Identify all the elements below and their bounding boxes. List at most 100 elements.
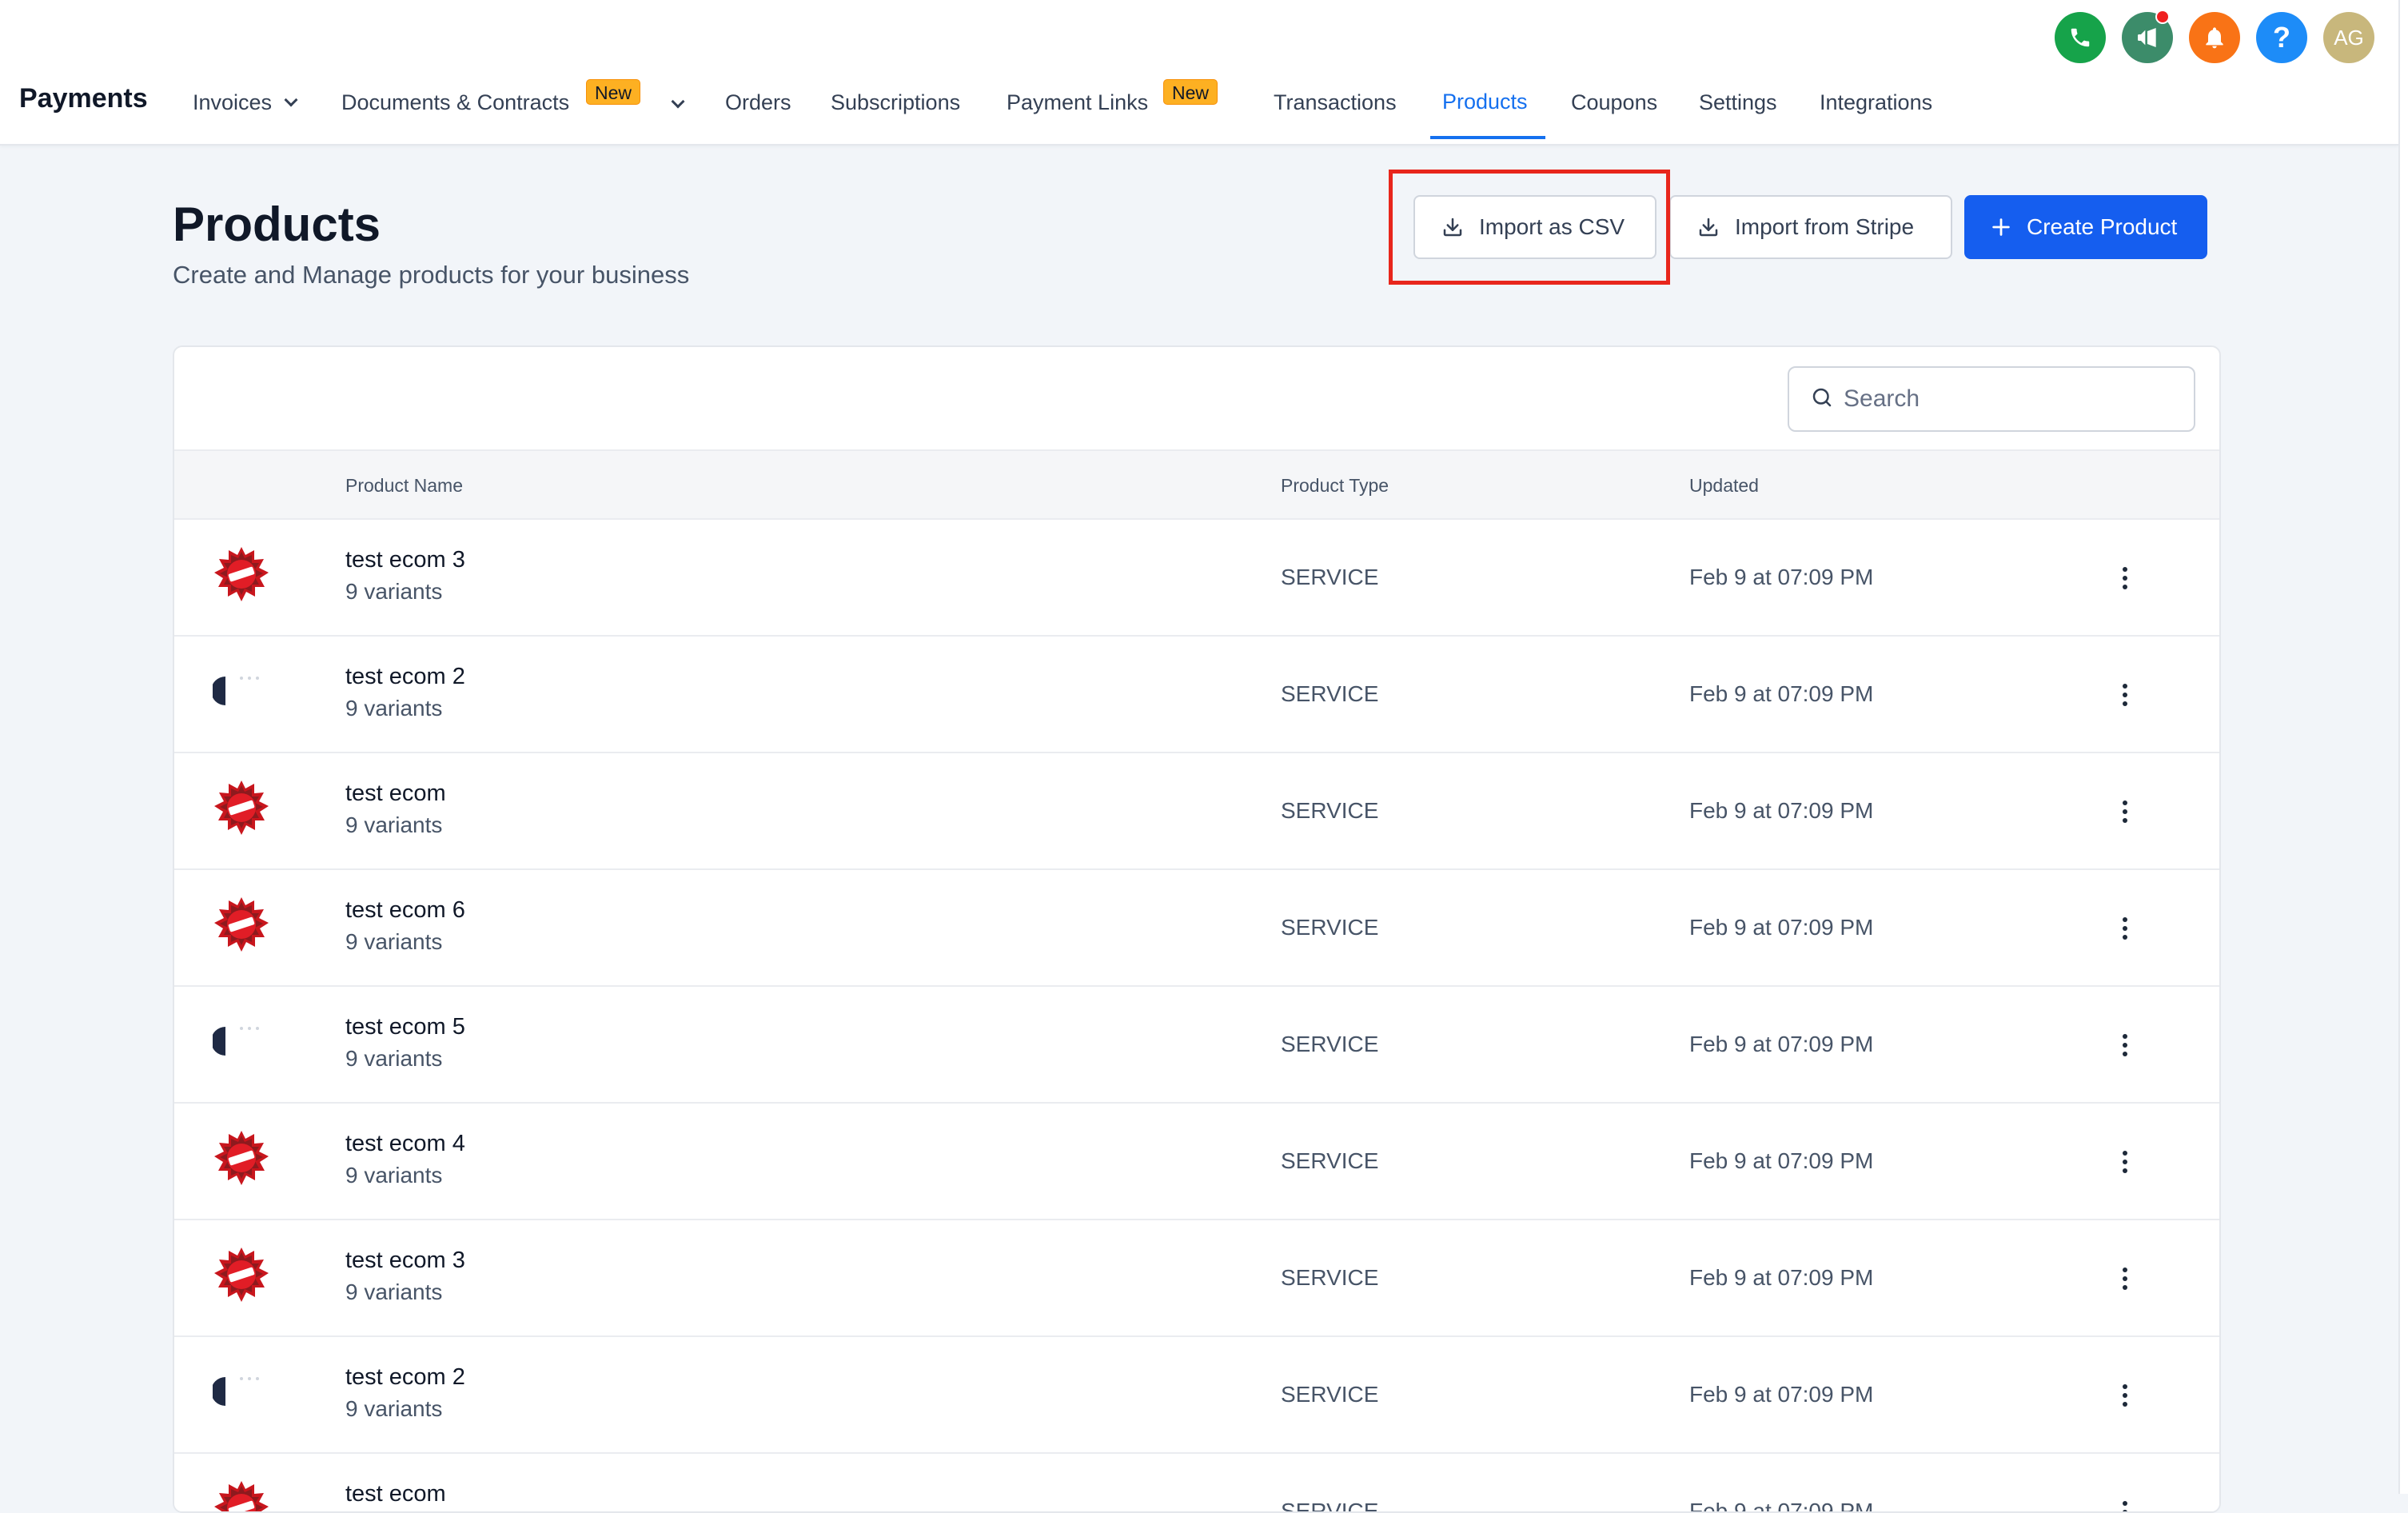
nav-integrations[interactable]: Integrations	[1820, 90, 1932, 115]
table-header: Product Name Product Type Updated	[174, 449, 2219, 520]
product-name[interactable]: test ecom 2	[345, 664, 465, 690]
row-actions-menu-icon[interactable]	[2109, 675, 2141, 715]
table-row[interactable]: test ecom 3 9 variants SERVICE Feb 9 at 07:…	[174, 1220, 2219, 1337]
table-row[interactable]: test ecom 6 9 variants SERVICE Feb 9 at 07:…	[174, 870, 2219, 987]
row-actions-menu-icon[interactable]	[2109, 792, 2141, 832]
product-variants-count: 9 variants	[345, 1046, 443, 1071]
product-variants-count: 9 variants	[345, 1163, 443, 1188]
row-actions-menu-icon[interactable]	[2109, 558, 2141, 598]
new-badge: New	[586, 79, 641, 105]
column-header-product-name[interactable]: Product Name	[345, 475, 463, 497]
product-updated-date: Feb 9 at 07:09 PM	[1689, 915, 1874, 940]
product-type: SERVICE	[1281, 915, 1379, 940]
nav-products-label: Products	[1442, 90, 1528, 114]
product-updated-date: Feb 9 at 07:09 PM	[1689, 1265, 1874, 1290]
nav-settings-label: Settings	[1699, 90, 1777, 114]
product-variants-count: 9 variants	[345, 1279, 443, 1304]
product-variants-count: 9 variants	[345, 579, 443, 604]
avatar[interactable]: AG	[2323, 12, 2374, 63]
megaphone-icon	[2138, 28, 2156, 47]
product-type: SERVICE	[1281, 1382, 1379, 1407]
product-type: SERVICE	[1281, 1265, 1379, 1290]
product-name[interactable]: test ecom	[345, 780, 446, 807]
nav-transactions-label: Transactions	[1274, 90, 1397, 114]
nav-documents-contracts[interactable]: Documents & Contracts	[341, 90, 569, 115]
product-updated-date: Feb 9 at 07:09 PM	[1689, 798, 1874, 823]
nav-invoices[interactable]: Invoices	[193, 90, 298, 115]
table-row[interactable]: test ecom9 variantsSERVICEFeb 9 at 07:09…	[174, 753, 2219, 870]
download-icon	[1441, 215, 1465, 239]
import-csv-button[interactable]: Import as CSV	[1413, 195, 1656, 259]
nav-invoices-label: Invoices	[193, 90, 273, 114]
phone-icon	[2071, 28, 2090, 47]
table-row[interactable]: test ecom 5 9 variants SERVICE Feb 9 at 07:…	[174, 987, 2219, 1104]
row-actions-menu-icon[interactable]	[2109, 1025, 2141, 1065]
row-actions-menu-icon[interactable]	[2109, 1142, 2141, 1182]
product-thumbnail-image	[213, 779, 270, 836]
import-csv-label: Import as CSV	[1479, 214, 1625, 239]
nav-products[interactable]: Products	[1442, 90, 1528, 114]
product-variants-count: 9 variants	[345, 1396, 443, 1421]
top-navigation-bar: Payments Invoices Documents & Contracts …	[0, 0, 2398, 146]
row-actions-menu-icon[interactable]	[2109, 1259, 2141, 1299]
table-row[interactable]: test ecom 4 9 variants SERVICE Feb 9 at 07:…	[174, 1104, 2219, 1220]
search-input[interactable]	[1844, 385, 2179, 413]
download-icon	[1696, 215, 1720, 239]
product-updated-date: Feb 9 at 07:09 PM	[1689, 1148, 1874, 1173]
table-row[interactable]: test ecom 2 9 variants SERVICE Feb 9 at 07:…	[174, 1337, 2219, 1454]
product-name[interactable]: test ecom 5	[345, 1014, 465, 1040]
app-title: Payments	[19, 83, 148, 114]
product-variants-count: 9 variants	[345, 929, 443, 954]
table-row[interactable]: test ecom 2 9 variants SERVICE Feb 9 at 07:…	[174, 637, 2219, 753]
active-tab-indicator	[1430, 136, 1545, 139]
nav-documents-label: Documents & Contracts	[341, 90, 570, 114]
product-updated-date: Feb 9 at 07:09 PM	[1689, 565, 1874, 589]
product-type: SERVICE	[1281, 1499, 1379, 1513]
page-subtitle: Create and Manage products for your busi…	[173, 261, 690, 289]
product-type: SERVICE	[1281, 681, 1379, 706]
product-thumbnail-image	[213, 1129, 270, 1187]
column-header-updated[interactable]: Updated	[1689, 475, 1759, 497]
product-name[interactable]: test ecom 3	[345, 1248, 465, 1274]
product-variants-count: 9 variants	[345, 696, 443, 721]
nav-settings[interactable]: Settings	[1699, 90, 1777, 115]
row-actions-menu-icon[interactable]	[2109, 908, 2141, 948]
nav-payment-links[interactable]: Payment Links	[1007, 90, 1148, 115]
notifications-button[interactable]	[2189, 12, 2240, 63]
table-body: test ecom 3 9 variants SERVICE Feb 9 at 07:…	[174, 520, 2219, 1513]
nav-coupons-label: Coupons	[1571, 90, 1658, 114]
notification-dot	[2155, 10, 2170, 24]
product-name[interactable]: test ecom 4	[345, 1131, 465, 1157]
phone-button[interactable]	[2055, 12, 2106, 63]
page-title: Products	[173, 198, 381, 251]
nav-subscriptions[interactable]: Subscriptions	[831, 90, 960, 115]
product-thumbnail-image	[211, 1012, 270, 1070]
product-name[interactable]: test ecom 2	[345, 1364, 465, 1391]
product-type: SERVICE	[1281, 1148, 1379, 1173]
product-updated-date: Feb 9 at 07:09 PM	[1689, 1499, 1874, 1513]
product-thumbnail-image	[211, 662, 270, 720]
column-header-product-type[interactable]: Product Type	[1281, 475, 1389, 497]
product-name[interactable]: test ecom 6	[345, 897, 465, 924]
nav-coupons[interactable]: Coupons	[1571, 90, 1657, 115]
create-product-button[interactable]: Create Product	[1964, 195, 2207, 259]
row-actions-menu-icon[interactable]	[2109, 1492, 2141, 1511]
chevron-down-icon[interactable]	[671, 94, 685, 109]
product-name[interactable]: test ecom 3	[345, 547, 465, 573]
search-icon	[1810, 385, 1834, 413]
avatar-initials: AG	[2334, 25, 2364, 50]
product-type: SERVICE	[1281, 565, 1379, 589]
row-actions-menu-icon[interactable]	[2109, 1375, 2141, 1415]
nav-transactions[interactable]: Transactions	[1274, 90, 1397, 115]
product-updated-date: Feb 9 at 07:09 PM	[1689, 1382, 1874, 1407]
nav-integrations-label: Integrations	[1820, 90, 1933, 114]
import-stripe-button[interactable]: Import from Stripe	[1669, 195, 1952, 259]
product-name[interactable]: test ecom	[345, 1481, 446, 1507]
table-row[interactable]: test ecom9 variantsSERVICEFeb 9 at 07:09…	[174, 1454, 2219, 1513]
nav-orders[interactable]: Orders	[725, 90, 791, 115]
search-box[interactable]	[1788, 366, 2195, 432]
table-row[interactable]: test ecom 3 9 variants SERVICE Feb 9 at 07:…	[174, 520, 2219, 637]
product-updated-date: Feb 9 at 07:09 PM	[1689, 681, 1874, 706]
help-button[interactable]: ?	[2256, 12, 2307, 63]
nav-payment-links-label: Payment Links	[1007, 90, 1149, 114]
